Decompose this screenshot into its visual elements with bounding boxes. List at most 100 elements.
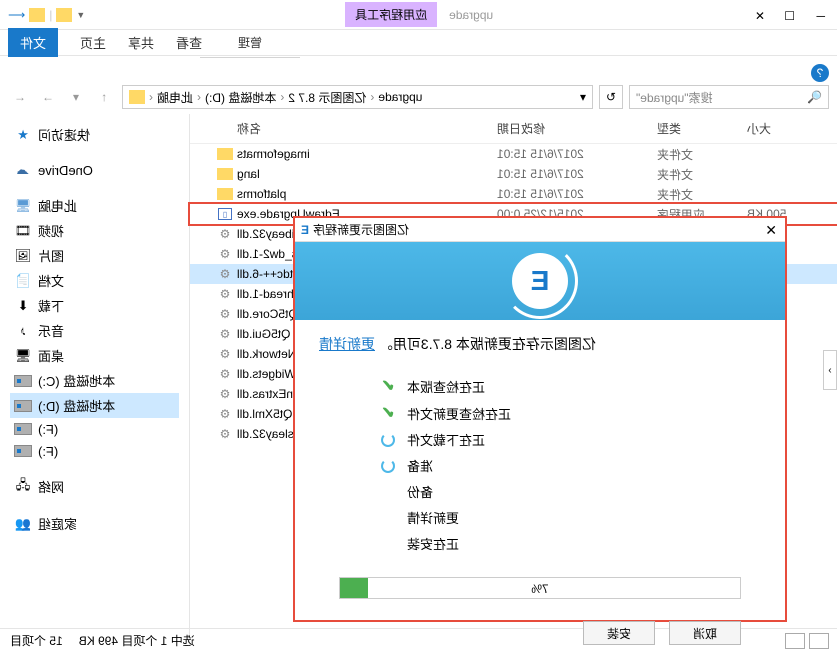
dialog-close-button[interactable]: ✕ — [765, 222, 777, 239]
sidebar-quick-access[interactable]: ★快速访问 — [10, 122, 179, 147]
view-tiles-button[interactable] — [785, 633, 805, 649]
breadcrumb-item[interactable]: 此电脑 — [157, 89, 193, 106]
sidebar-videos[interactable]: 🎞视频 — [10, 218, 179, 243]
sidebar-drive-f1[interactable]: (F:) — [10, 418, 179, 440]
ribbon-manage[interactable]: 管理 — [200, 30, 300, 58]
install-button[interactable]: 安装 — [583, 621, 655, 645]
step-label: 备份 — [407, 482, 433, 501]
check-icon: ✔ — [379, 403, 397, 423]
dll-icon: ⚙ — [217, 407, 233, 421]
file-name: Qt5Gui.dll — [237, 327, 290, 341]
pictures-icon: 🖼 — [14, 248, 32, 264]
minimize-button[interactable]: ─ — [813, 9, 825, 21]
window-title-hint: upgrade — [449, 8, 493, 22]
dll-icon: ⚙ — [217, 427, 233, 441]
spinner-icon — [379, 459, 397, 473]
star-icon: ★ — [14, 127, 32, 143]
search-input[interactable]: 🔍 搜索"upgrade" — [629, 85, 829, 109]
file-name: Qt5Xml.dll — [237, 407, 292, 421]
dropdown-caret-icon[interactable]: ▼ — [76, 10, 85, 20]
forward-button[interactable]: → — [36, 85, 60, 109]
file-name: imageformats — [237, 147, 310, 161]
file-name: Qt5Core.dll — [237, 307, 298, 321]
sidebar-desktop[interactable]: 🖥桌面 — [10, 343, 179, 368]
ribbon-view[interactable]: 查看 — [176, 33, 202, 52]
drive-icon — [14, 398, 32, 414]
spinner-icon — [379, 433, 397, 447]
status-count: 15 个项目 — [10, 632, 63, 649]
sidebar-drive-d[interactable]: 本地磁盘 (D:) — [10, 393, 179, 418]
dll-icon: ⚙ — [217, 347, 233, 361]
expand-handle[interactable]: › — [823, 350, 837, 390]
downloads-icon: ⬇ — [14, 298, 32, 314]
ribbon-share[interactable]: 共享 — [128, 33, 154, 52]
desktop-icon: 🖥 — [14, 348, 32, 364]
homegroup-icon: 👥 — [14, 516, 32, 532]
history-caret-icon[interactable]: ▾ — [64, 85, 88, 109]
file-row[interactable]: 文件夹2017/6/15 15:01imageformats — [190, 144, 837, 164]
file-name: lang — [237, 167, 260, 181]
dialog-title: 亿图图示更新程序 — [313, 221, 409, 238]
ribbon: 查看 共享 主页 文件 — [0, 30, 837, 56]
folder-icon — [217, 187, 233, 201]
sidebar-network[interactable]: 🖧网络 — [10, 474, 179, 499]
file-name: platforms — [237, 187, 286, 201]
network-icon: 🖧 — [14, 479, 32, 495]
file-type: 文件夹 — [657, 166, 747, 183]
breadcrumb-item[interactable]: upgrade — [378, 90, 422, 104]
folder-icon — [29, 8, 45, 22]
up-button[interactable]: ↑ — [92, 85, 116, 109]
dll-icon: ⚙ — [217, 327, 233, 341]
sidebar-this-pc[interactable]: 🖥此电脑 — [10, 193, 179, 218]
check-icon: ✔ — [379, 376, 397, 396]
app-tools-tab[interactable]: 应用程序工具 — [345, 2, 437, 27]
sidebar-pictures[interactable]: 🖼图片 — [10, 243, 179, 268]
view-details-button[interactable] — [809, 633, 829, 649]
navigation-sidebar: ★快速访问 ☁OneDrive 🖥此电脑 🎞视频 🖼图片 📄文档 ⬇下载 ♪音乐… — [0, 114, 190, 644]
back-icon[interactable]: ⟵ — [8, 8, 25, 22]
sidebar-drive-c[interactable]: 本地磁盘 (C:) — [10, 368, 179, 393]
ribbon-home[interactable]: 主页 — [80, 33, 106, 52]
col-type[interactable]: 类型 — [657, 120, 747, 137]
pc-icon: 🖥 — [14, 198, 32, 214]
dll-icon: ⚙ — [217, 387, 233, 401]
window-titlebar: ─ ☐ ✕ upgrade 应用程序工具 ▼ | ⟵ — [0, 0, 837, 30]
sidebar-music[interactable]: ♪音乐 — [10, 318, 179, 343]
step-label: 正在安装 — [407, 534, 459, 553]
folder-icon — [56, 8, 72, 22]
refresh-button[interactable]: ↻ — [599, 85, 623, 109]
sidebar-homegroup[interactable]: 👥家庭组 — [10, 511, 179, 536]
documents-icon: 📄 — [14, 273, 32, 289]
back-button[interactable]: ← — [8, 85, 32, 109]
close-button[interactable]: ✕ — [753, 9, 765, 21]
cancel-button[interactable]: 取消 — [669, 621, 741, 645]
drive-icon — [14, 373, 32, 389]
ribbon-file[interactable]: 文件 — [8, 28, 58, 57]
address-bar-row: 🔍 搜索"upgrade" ↻ ▾ upgrade‹ 亿图图示 8.7 2‹ 本… — [0, 80, 837, 114]
file-type: 文件夹 — [657, 146, 747, 163]
file-row[interactable]: 文件夹2017/6/15 15:01platforms — [190, 184, 837, 204]
breadcrumb-item[interactable]: 本地磁盘 (D:) — [205, 89, 276, 106]
sidebar-downloads[interactable]: ⬇下载 — [10, 293, 179, 318]
breadcrumb-caret-icon[interactable]: ▾ — [580, 90, 586, 104]
breadcrumb[interactable]: ▾ upgrade‹ 亿图图示 8.7 2‹ 本地磁盘 (D:)‹ 此电脑‹ — [122, 85, 593, 109]
col-name[interactable]: 名称 — [217, 120, 497, 137]
drive-icon — [14, 421, 32, 437]
col-date[interactable]: 修改日期 — [497, 120, 657, 137]
sidebar-drive-f2[interactable]: (F:) — [10, 440, 179, 462]
col-size[interactable]: 大小 — [747, 120, 827, 137]
dll-icon: ⚙ — [217, 287, 233, 301]
help-icon[interactable]: ? — [811, 64, 829, 82]
file-row[interactable]: 文件夹2017/6/15 15:01 lang — [190, 164, 837, 184]
exe-icon: ▯ — [217, 207, 233, 221]
release-notes-link[interactable]: 更新详情 — [319, 336, 375, 352]
sidebar-documents[interactable]: 📄文档 — [10, 268, 179, 293]
maximize-button[interactable]: ☐ — [783, 9, 795, 21]
update-steps: ✔正在检查版本 ✔正在检查更新文件 正在下载文件 准备 备份 更新详情 正在安装 — [379, 376, 761, 553]
file-type: 文件夹 — [657, 186, 747, 203]
breadcrumb-item[interactable]: 亿图图示 8.7 2 — [288, 89, 366, 106]
progress-bar: 7% — [339, 577, 741, 599]
step-label: 准备 — [407, 456, 433, 475]
file-date: 2017/6/15 15:01 — [497, 167, 657, 181]
sidebar-onedrive[interactable]: ☁OneDrive — [10, 159, 179, 181]
